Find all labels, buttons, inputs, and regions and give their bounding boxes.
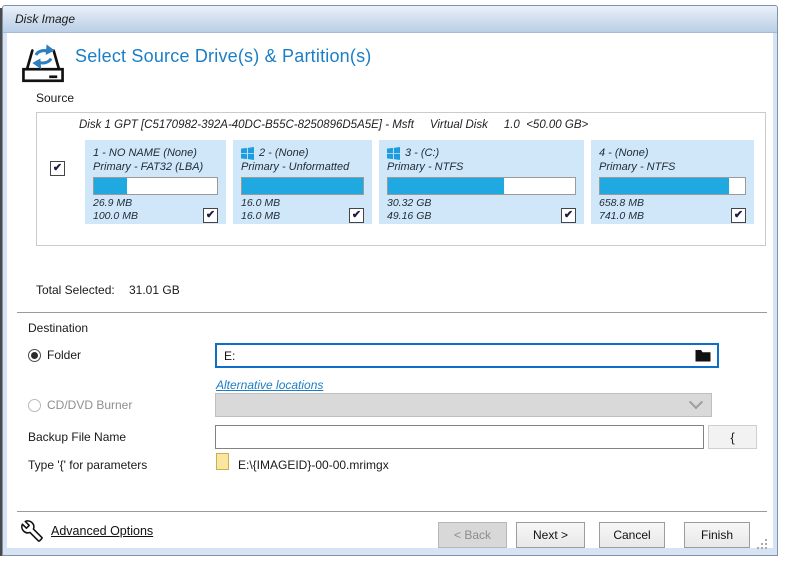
partition-sizes: 658.8 MB 741.0 MB bbox=[599, 197, 644, 222]
chevron-down-icon bbox=[688, 395, 704, 410]
partition-usage-bar bbox=[93, 177, 218, 195]
partition-select-checkbox[interactable] bbox=[731, 208, 746, 223]
partition-name: 4 - (None) bbox=[599, 147, 649, 159]
disk-image-dialog: Disk Image Select Source Drive(s) & Part… bbox=[2, 5, 778, 556]
partition-sizes: 30.32 GB 49.16 GB bbox=[387, 197, 432, 222]
next-button[interactable]: Next > bbox=[516, 522, 585, 548]
partition-select-checkbox[interactable] bbox=[203, 208, 218, 223]
destination-section-label: Destination bbox=[28, 321, 89, 335]
backup-file-name-label: Backup File Name bbox=[28, 430, 127, 444]
partition-type: Primary - FAT32 (LBA) bbox=[93, 161, 204, 173]
partition-tile-1[interactable]: 1 - NO NAME (None) Primary - FAT32 (LBA)… bbox=[85, 140, 226, 224]
partition-name: 3 - (C:) bbox=[387, 146, 576, 160]
divider bbox=[17, 511, 767, 512]
total-selected-label: Total Selected: bbox=[36, 283, 115, 297]
partition-tile-3[interactable]: 3 - (C:) Primary - NTFS 30.32 GB 49.16 G… bbox=[379, 140, 584, 224]
folder-radio-label: Folder bbox=[47, 348, 82, 362]
cancel-button[interactable]: Cancel bbox=[599, 522, 665, 548]
cd-dvd-burner-select[interactable] bbox=[215, 393, 712, 417]
finish-button[interactable]: Finish bbox=[684, 522, 750, 548]
browse-folder-icon[interactable] bbox=[695, 349, 711, 362]
partition-sizes: 26.9 MB 100.0 MB bbox=[93, 197, 138, 222]
partition-type: Primary - NTFS bbox=[387, 161, 464, 173]
wrench-icon bbox=[21, 520, 43, 542]
windows-logo-icon bbox=[387, 146, 400, 160]
partition-tile-4[interactable]: 4 - (None) Primary - NTFS 658.8 MB 741.0… bbox=[591, 140, 754, 224]
source-section-label: Source bbox=[36, 91, 75, 105]
cd-dvd-radio[interactable] bbox=[28, 398, 41, 412]
partition-name: 2 - (None) bbox=[241, 146, 364, 160]
parameters-hint-label: Type '{' for parameters bbox=[28, 458, 148, 472]
resize-grip[interactable] bbox=[755, 537, 768, 550]
backup-file-name-input[interactable] bbox=[215, 425, 704, 449]
disk-info-text: Disk 1 GPT [C5170982-392A-40DC-B55C-8250… bbox=[79, 119, 589, 131]
partition-usage-bar bbox=[387, 177, 576, 195]
cd-dvd-radio-label: CD/DVD Burner bbox=[47, 398, 133, 412]
folder-path-input[interactable]: E: bbox=[215, 343, 719, 368]
alternative-locations-link[interactable]: Alternative locations bbox=[216, 378, 323, 392]
dialog-content: Select Source Drive(s) & Partition(s) So… bbox=[7, 33, 773, 550]
back-button[interactable]: < Back bbox=[438, 522, 507, 548]
divider bbox=[17, 312, 767, 313]
disk-image-icon bbox=[22, 44, 64, 83]
backup-file-path-preview: E:\{IMAGEID}-00-00.mrimgx bbox=[238, 458, 389, 472]
disk-select-checkbox[interactable] bbox=[50, 161, 65, 176]
windows-logo-icon bbox=[241, 146, 254, 160]
title-bar[interactable]: Disk Image bbox=[3, 6, 777, 33]
folder-radio[interactable] bbox=[28, 348, 41, 362]
file-icon bbox=[216, 453, 229, 470]
partition-sizes: 16.0 MB 16.0 MB bbox=[241, 197, 281, 222]
page-title: Select Source Drive(s) & Partition(s) bbox=[75, 46, 372, 66]
partition-select-checkbox[interactable] bbox=[561, 208, 576, 223]
window-title: Disk Image bbox=[15, 12, 76, 26]
partition-type: Primary - Unformatted bbox=[241, 161, 350, 173]
advanced-options-link[interactable]: Advanced Options bbox=[20, 519, 153, 543]
source-disk-groupbox: Disk 1 GPT [C5170982-392A-40DC-B55C-8250… bbox=[36, 112, 766, 246]
insert-parameter-button[interactable]: { bbox=[708, 425, 757, 449]
partition-tile-2[interactable]: 2 - (None) Primary - Unformatted 16.0 MB… bbox=[233, 140, 372, 224]
folder-path-value: E: bbox=[224, 348, 236, 363]
partition-type: Primary - NTFS bbox=[599, 161, 676, 173]
total-selected-value: 31.01 GB bbox=[129, 283, 180, 297]
partition-tiles: 1 - NO NAME (None) Primary - FAT32 (LBA)… bbox=[85, 140, 754, 224]
partition-name: 1 - NO NAME (None) bbox=[93, 147, 197, 159]
partition-usage-bar bbox=[241, 177, 364, 195]
partition-select-checkbox[interactable] bbox=[349, 208, 364, 223]
advanced-options-label: Advanced Options bbox=[51, 524, 154, 538]
partition-usage-bar bbox=[599, 177, 746, 195]
